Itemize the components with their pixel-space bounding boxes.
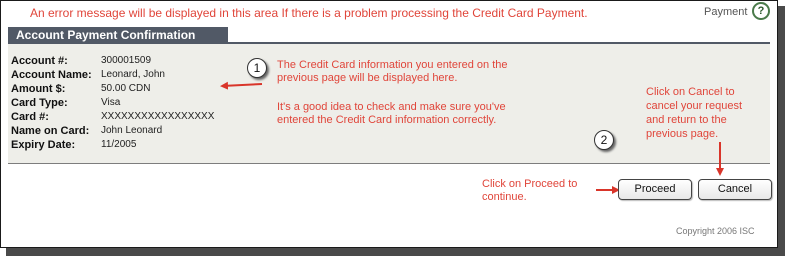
copyright-text: Copyright 2006 ISC xyxy=(676,226,755,236)
cancel-button[interactable]: Cancel xyxy=(698,179,772,200)
annotation-arrows xyxy=(220,81,724,194)
arrow-to-fields-icon xyxy=(220,81,263,90)
proceed-button[interactable]: Proceed xyxy=(618,179,692,200)
